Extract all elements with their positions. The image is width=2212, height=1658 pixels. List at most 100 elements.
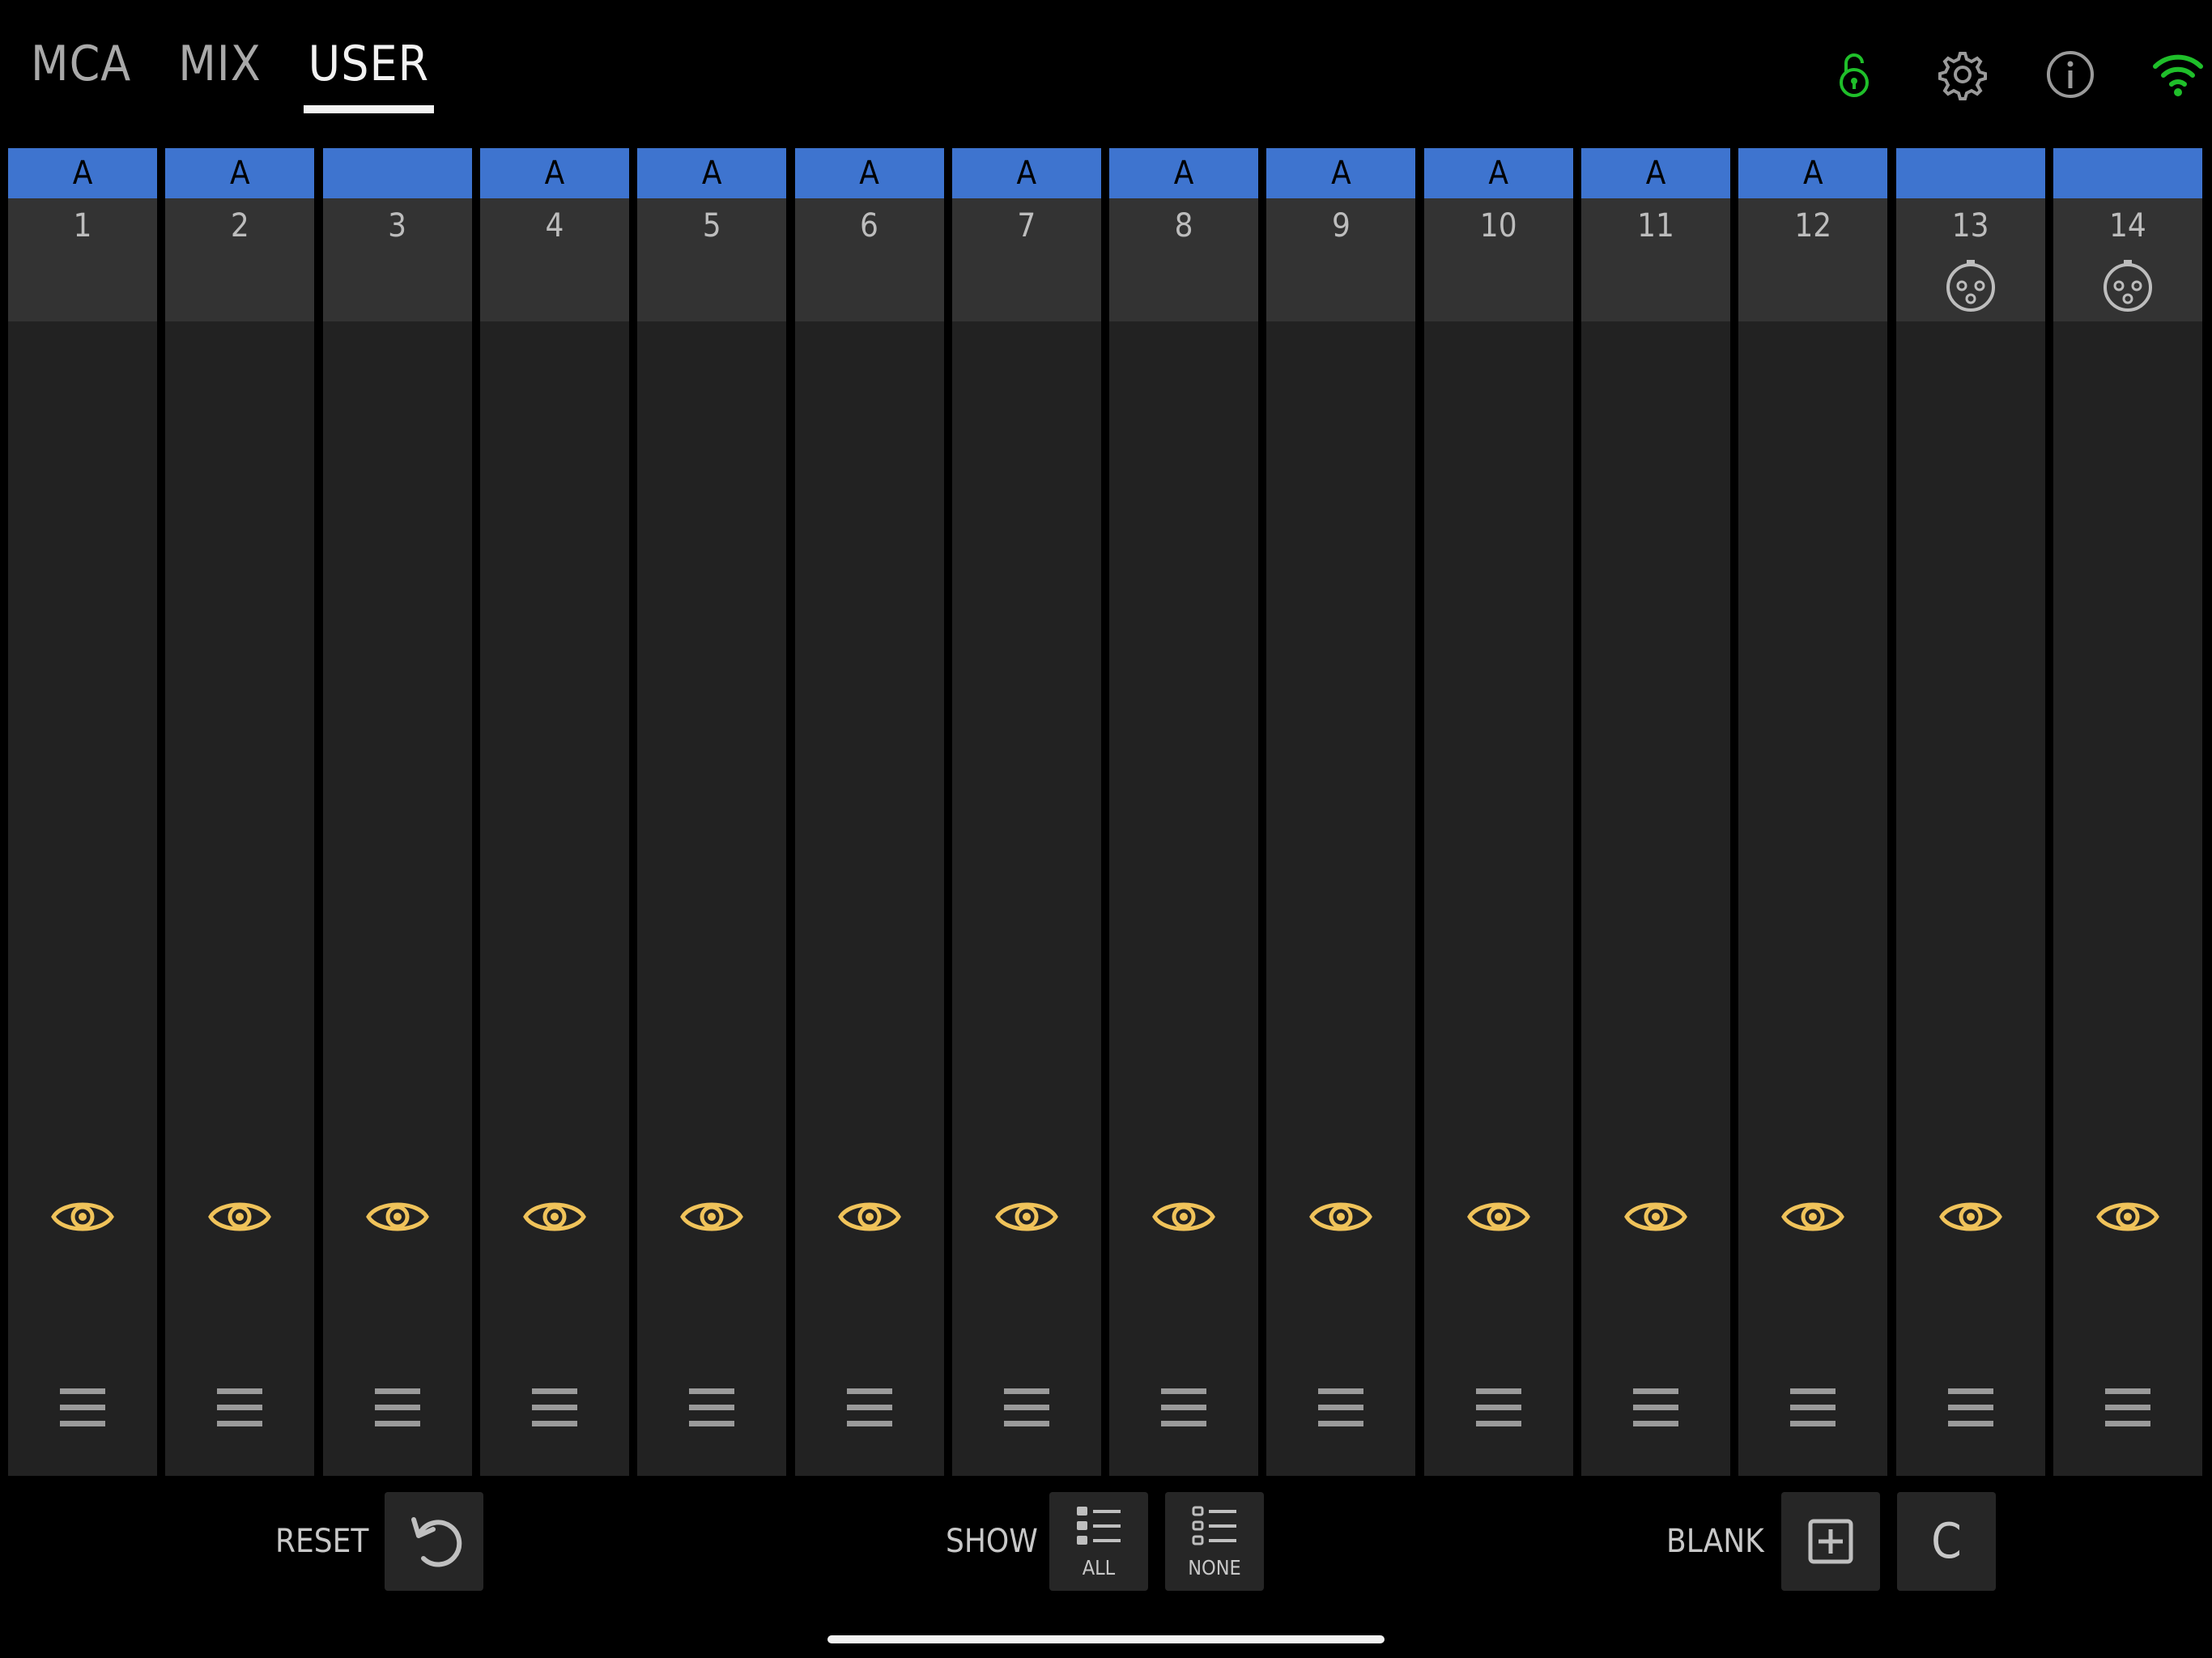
gear-icon[interactable]	[1933, 45, 1992, 104]
drag-handle-icon[interactable]	[1631, 1387, 1680, 1429]
strip-header[interactable]: 2	[165, 198, 315, 321]
tab-user[interactable]: USER	[303, 31, 435, 120]
strip-tag: A	[1581, 148, 1730, 198]
strip-number: 7	[1017, 207, 1036, 244]
eye-icon[interactable]	[679, 1192, 744, 1241]
strip-header[interactable]: 5	[637, 198, 787, 321]
strip-tag: A	[1423, 148, 1573, 198]
c-button-label: C	[1931, 1513, 1962, 1570]
eye-icon[interactable]	[837, 1192, 902, 1241]
strip-number: 4	[545, 207, 564, 244]
strip-header[interactable]: 6	[794, 198, 944, 321]
drag-handle-icon[interactable]	[58, 1387, 107, 1429]
channel-strip[interactable]: A9	[1266, 148, 1416, 1476]
channel-strip[interactable]: A5	[637, 148, 787, 1476]
channel-strip[interactable]: A7	[951, 148, 1101, 1476]
strip-number: 10	[1479, 207, 1517, 244]
strip-number: 9	[1331, 207, 1351, 244]
strip-header[interactable]: 8	[1109, 198, 1259, 321]
eye-icon[interactable]	[1623, 1192, 1688, 1241]
eye-icon[interactable]	[1780, 1192, 1845, 1241]
add-blank-button[interactable]	[1781, 1492, 1880, 1591]
strip-number: 3	[388, 207, 407, 244]
drag-handle-icon[interactable]	[1789, 1387, 1837, 1429]
strip-header[interactable]: 9	[1266, 198, 1416, 321]
strip-tag: A	[951, 148, 1101, 198]
drag-handle-icon[interactable]	[1946, 1387, 1995, 1429]
channel-strip[interactable]: A8	[1109, 148, 1259, 1476]
drag-handle-icon[interactable]	[530, 1387, 579, 1429]
strip-tag	[322, 148, 472, 198]
eye-icon[interactable]	[365, 1192, 430, 1241]
channel-strip[interactable]: A 12	[1738, 148, 1888, 1476]
tab-mca[interactable]: MCA	[31, 31, 131, 120]
channel-strip[interactable]: A1	[8, 148, 157, 1476]
eye-icon[interactable]	[1938, 1192, 2003, 1241]
eye-icon[interactable]	[50, 1192, 115, 1241]
strip-tag: A	[1109, 148, 1259, 198]
strip-number: 14	[2109, 207, 2146, 244]
strip-header[interactable]: 7	[951, 198, 1101, 321]
home-indicator	[827, 1635, 1385, 1643]
strip-tag: A	[165, 148, 315, 198]
tab-mix[interactable]: MIX	[178, 31, 261, 120]
channel-strip[interactable]: A 11	[1581, 148, 1730, 1476]
strip-number: 12	[1794, 207, 1832, 244]
channel-strip[interactable]: 3	[322, 148, 472, 1476]
c-button[interactable]: C	[1897, 1492, 1996, 1591]
strip-tag: A	[479, 148, 629, 198]
wifi-icon[interactable]	[2149, 45, 2207, 104]
eye-icon[interactable]	[994, 1192, 1059, 1241]
channel-strip[interactable]: A 10	[1423, 148, 1573, 1476]
info-icon[interactable]	[2041, 45, 2099, 104]
channel-strip[interactable]: A2	[165, 148, 315, 1476]
drag-handle-icon[interactable]	[687, 1387, 736, 1429]
reset-label: RESET	[275, 1523, 369, 1560]
strip-header[interactable]: 11	[1581, 198, 1730, 321]
drag-handle-icon[interactable]	[1317, 1387, 1365, 1429]
eye-icon[interactable]	[207, 1192, 272, 1241]
strip-number: 8	[1174, 207, 1193, 244]
xlr-icon	[2102, 253, 2154, 313]
xlr-icon	[1945, 253, 1997, 313]
drag-handle-icon[interactable]	[1474, 1387, 1523, 1429]
channel-strip[interactable]: A6	[794, 148, 944, 1476]
eye-icon[interactable]	[1308, 1192, 1373, 1241]
strip-header[interactable]: 1	[8, 198, 157, 321]
drag-handle-icon[interactable]	[215, 1387, 264, 1429]
drag-handle-icon[interactable]	[2104, 1387, 2152, 1429]
strip-number: 11	[1637, 207, 1674, 244]
strip-tag	[1895, 148, 2045, 198]
strip-tag	[2052, 148, 2202, 198]
strip-header[interactable]: 3	[322, 198, 472, 321]
strip-header[interactable]: 4	[479, 198, 629, 321]
strip-header[interactable]: 13	[1895, 198, 2045, 321]
channel-strips: A 1 A 2 3 A 4 A 5 A 6 A 7 A 8 A 9 A 10 A 11 A 12 13 14	[8, 148, 2204, 1476]
plus-box-icon	[1808, 1519, 1853, 1564]
strip-header[interactable]: 14	[2052, 198, 2202, 321]
channel-strip[interactable]: A4	[479, 148, 629, 1476]
strip-header[interactable]: 10	[1423, 198, 1573, 321]
eye-icon[interactable]	[1151, 1192, 1216, 1241]
reset-button[interactable]	[385, 1492, 483, 1591]
channel-strip[interactable]: 14	[2052, 148, 2202, 1476]
show-all-label: ALL	[1082, 1556, 1116, 1579]
drag-handle-icon[interactable]	[373, 1387, 422, 1429]
channel-strip[interactable]: 13	[1895, 148, 2045, 1476]
unlock-icon[interactable]	[1825, 45, 1883, 104]
strip-number: 13	[1951, 207, 1989, 244]
drag-handle-icon[interactable]	[1159, 1387, 1208, 1429]
eye-icon[interactable]	[1466, 1192, 1531, 1241]
drag-handle-icon[interactable]	[1002, 1387, 1051, 1429]
show-none-button[interactable]: NONE	[1165, 1492, 1264, 1591]
strip-tag: A	[637, 148, 787, 198]
strip-tag: A	[1738, 148, 1888, 198]
drag-handle-icon[interactable]	[845, 1387, 894, 1429]
strip-number: 1	[73, 207, 92, 244]
eye-icon[interactable]	[2095, 1192, 2160, 1241]
strip-header[interactable]: 12	[1738, 198, 1888, 321]
show-all-button[interactable]: ALL	[1049, 1492, 1148, 1591]
strip-number: 2	[230, 207, 249, 244]
eye-icon[interactable]	[522, 1192, 587, 1241]
strip-number: 5	[702, 207, 721, 244]
